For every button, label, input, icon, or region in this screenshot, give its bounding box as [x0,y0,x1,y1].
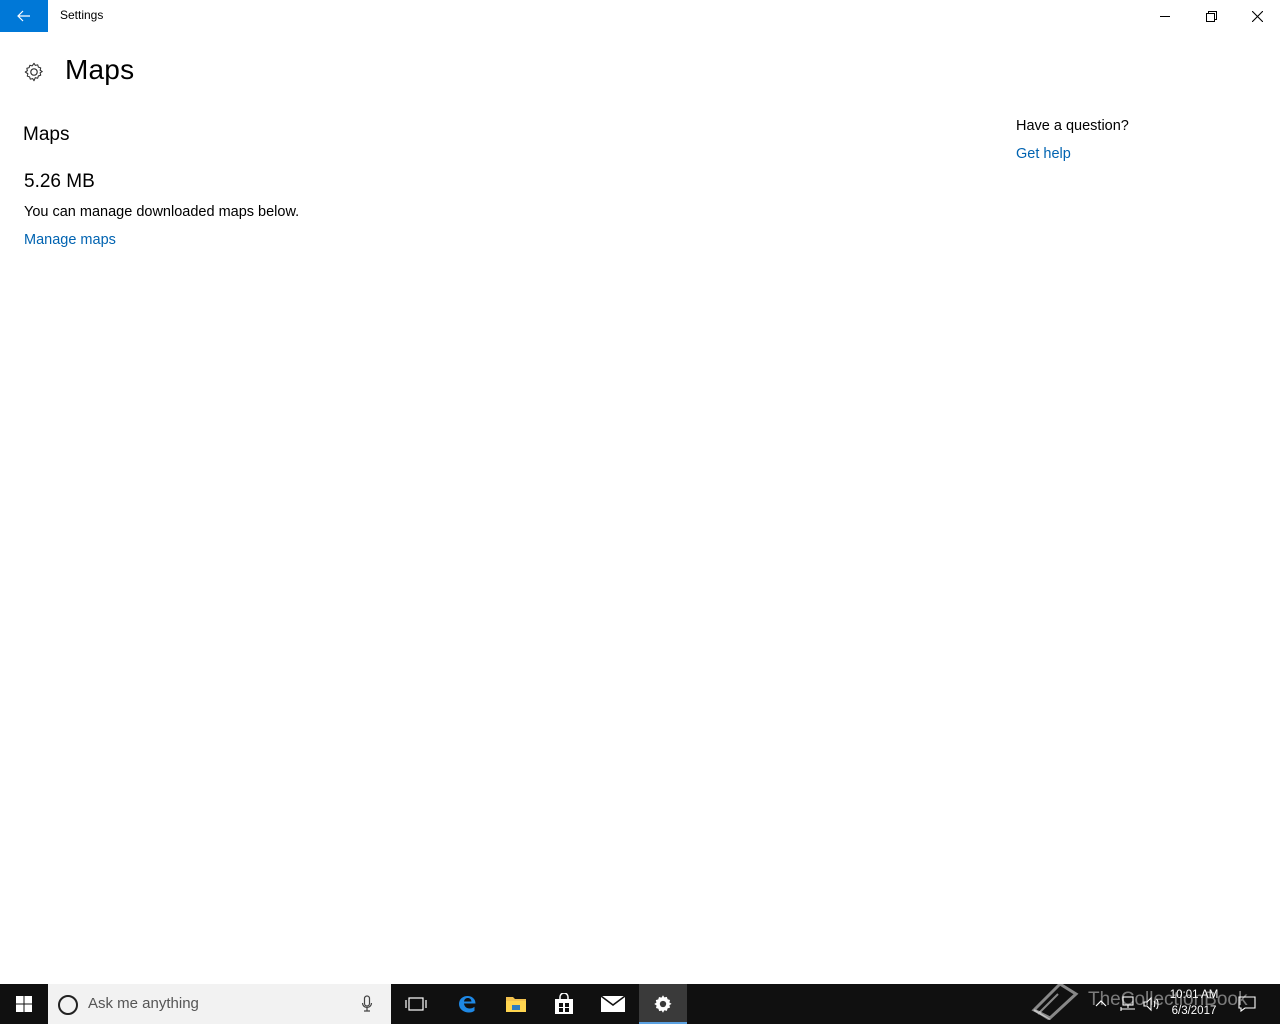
title-bar: Settings [0,0,1280,32]
restore-icon [1205,10,1217,22]
taskbar: Ask me anything TheCollectionBook 10:01 … [0,982,1280,1024]
edge-taskbar-button[interactable] [443,984,491,1024]
clock-time: 10:01 AM [1169,989,1219,1001]
gear-icon [24,62,43,82]
network-icon[interactable] [1118,996,1136,1012]
close-button[interactable] [1234,0,1280,32]
start-button[interactable] [0,984,48,1024]
section-title: Maps [23,124,70,145]
edge-icon [459,996,476,1013]
back-button[interactable] [0,0,48,32]
window-title: Settings [60,8,104,22]
book-icon [1031,982,1079,1020]
manage-maps-link[interactable]: Manage maps [24,232,116,248]
windows-logo-icon [16,996,32,1012]
gear-icon [654,995,672,1013]
cortana-icon [58,995,78,1015]
clock-date: 6/3/2017 [1171,1005,1217,1017]
chevron-up-icon[interactable] [1094,996,1108,1010]
folder-icon [506,997,526,1012]
restore-button[interactable] [1188,0,1234,32]
minimize-button[interactable] [1142,0,1188,32]
store-icon [555,993,573,1014]
mail-icon [601,996,625,1012]
clock[interactable]: 10:01 AM 6/3/2017 [1162,987,1226,1019]
get-help-link[interactable]: Get help [1016,146,1071,162]
close-icon [1251,10,1263,22]
settings-taskbar-button[interactable] [639,984,687,1024]
file-explorer-taskbar-button[interactable] [492,984,540,1024]
volume-icon[interactable] [1143,996,1161,1012]
search-placeholder: Ask me anything [88,995,199,1012]
action-center-icon[interactable] [1238,995,1256,1013]
mail-taskbar-button[interactable] [589,984,637,1024]
store-taskbar-button[interactable] [540,984,588,1024]
page-title: Maps [65,54,135,85]
minimize-icon [1160,16,1170,17]
maps-size-value: 5.26 MB [24,171,95,192]
search-box[interactable]: Ask me anything [48,984,391,1024]
microphone-icon[interactable] [361,994,373,1014]
help-question: Have a question? [1016,118,1129,134]
back-arrow-icon [17,10,30,22]
task-view-button[interactable] [392,984,440,1024]
task-view-icon [405,997,427,1011]
maps-description: You can manage downloaded maps below. [24,204,300,220]
